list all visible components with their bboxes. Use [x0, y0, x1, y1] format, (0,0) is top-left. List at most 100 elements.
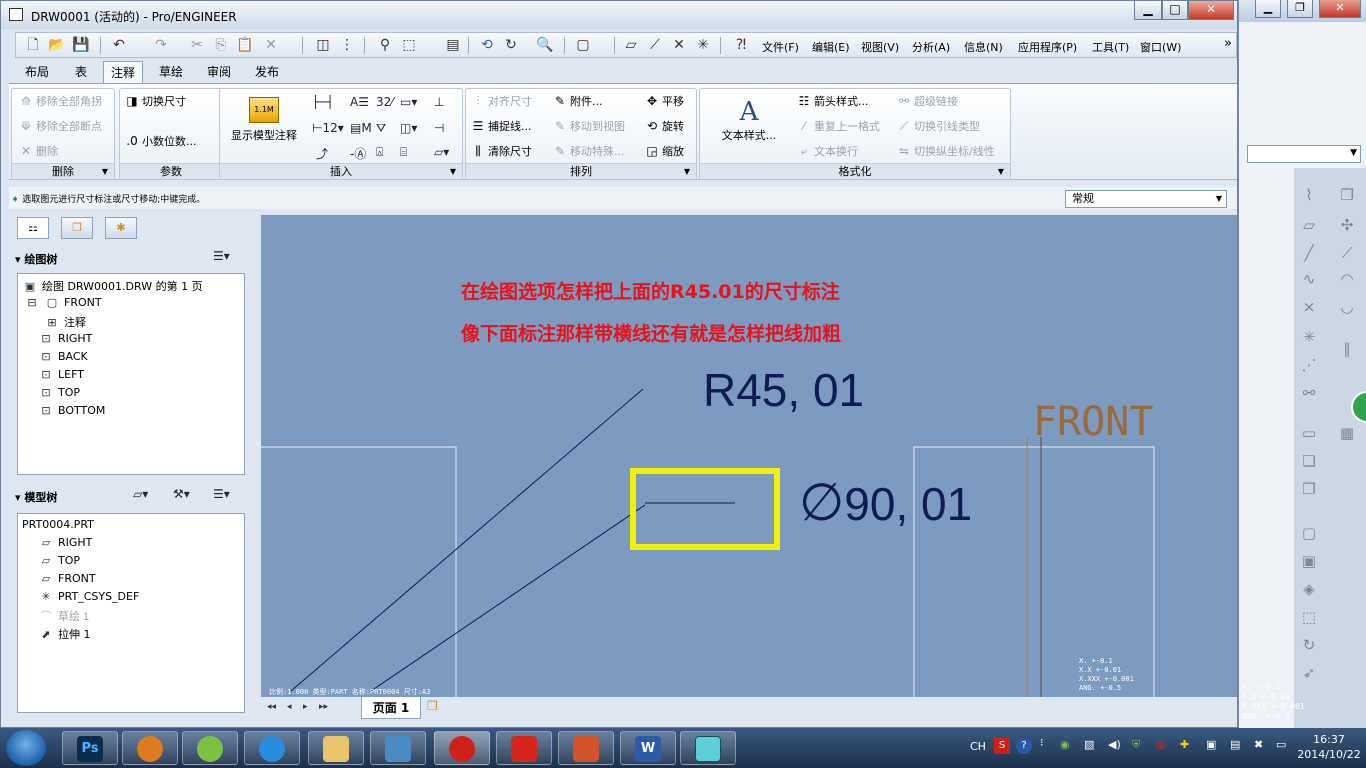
translate-button[interactable]: ✥ 平移 [644, 93, 684, 109]
taskbar-app-chat[interactable] [182, 731, 238, 765]
radius-dimension[interactable]: R45, 01 [703, 363, 864, 417]
tree-item-back[interactable]: ⊡ BACK [38, 350, 87, 363]
menu-view[interactable]: 视图(V) [861, 39, 899, 55]
repaint-icon[interactable]: ⟲ [478, 36, 496, 54]
view-tool-icon[interactable]: ▭ [1300, 424, 1318, 442]
hyperlink-button[interactable]: ⚯ 超级链接 [896, 93, 958, 109]
datum-target-icon[interactable]: ⊣ [434, 121, 444, 135]
layer-tool-icon[interactable]: ❏ [1300, 452, 1318, 470]
stack-tool-icon[interactable]: ❒ [1300, 480, 1318, 498]
taskbar-app-proe[interactable] [434, 731, 490, 765]
text-wrap-button[interactable]: ⤶ 文本换行 [796, 143, 858, 159]
tree-item-left[interactable]: ⊡ LEFT [38, 368, 84, 381]
taskbar-app-powerpoint[interactable] [558, 731, 614, 765]
weld-icon[interactable]: ⍓ [376, 145, 383, 160]
tab-model-tree-nav[interactable]: ⚏ [17, 217, 49, 239]
toggle-leader-type-button[interactable]: ⟋ 切换引线类型 [896, 118, 980, 134]
menu-overflow-icon[interactable]: » [1224, 36, 1232, 51]
help-icon[interactable]: ? [1016, 738, 1032, 754]
model-display-icon[interactable]: ▱▾ [133, 487, 148, 501]
refresh-icon[interactable]: ↻ [502, 36, 520, 54]
nvidia-icon[interactable]: ◉ [1060, 738, 1070, 751]
model-item-extrude[interactable]: ⬈ 拉伸 1 [38, 626, 90, 642]
balloon-icon[interactable]: ◫▾ [400, 121, 417, 135]
tree-item-top[interactable]: ⊡ TOP [38, 386, 80, 399]
remove-all-jogs-button[interactable]: ⟰ 移除全部角拐 [18, 93, 102, 109]
power-tray-icon[interactable]: ▤ [1230, 738, 1240, 751]
split-tool-icon[interactable]: ∥ [1338, 340, 1356, 358]
model-tree-header[interactable]: ▾ 模型树 [15, 489, 57, 505]
move-special-button[interactable]: ✎ 移动特殊... [552, 143, 625, 159]
paste-icon[interactable]: 📋 [236, 36, 254, 54]
menu-window[interactable]: 窗口(W) [1140, 39, 1181, 55]
tree-root-sheet[interactable]: ▣ 绘图 DRW0001.DRW 的第 1 页 [22, 278, 203, 294]
model-item-csys[interactable]: ✳ PRT_CSYS_DEF [38, 590, 139, 603]
security-shield-icon[interactable]: ⛨ [1132, 738, 1140, 752]
next-page-icon[interactable]: ▸ [303, 702, 308, 712]
monitor-tray-icon[interactable]: ▭ [1276, 738, 1286, 751]
sweep-tool-icon[interactable]: ➶ [1300, 664, 1318, 682]
undo-icon[interactable]: ↶ [110, 36, 128, 54]
app-tray-icon[interactable]: ◍ [1156, 738, 1166, 751]
group-expand-icon[interactable]: ▼ [684, 164, 690, 179]
tab-layout[interactable]: 布局 [17, 61, 57, 83]
decimal-places-button[interactable]: .0 小数位数... [124, 133, 196, 149]
note-icon[interactable]: A☰ [350, 95, 369, 109]
mirror-tool-icon[interactable]: ⟋ [1338, 244, 1356, 262]
cosmetic-icon[interactable]: ⌸ [400, 145, 407, 160]
model-item-top[interactable]: ▱ TOP [38, 554, 80, 567]
tray-expand-icon[interactable]: ⁝ [1040, 736, 1044, 749]
tab-table[interactable]: 表 [65, 61, 97, 83]
point-tool-icon[interactable]: × [1300, 298, 1318, 316]
revolve-tool-icon[interactable]: ↻ [1300, 636, 1318, 654]
diameter-dimension[interactable]: ∅90, 01 [799, 473, 972, 533]
delete-icon[interactable]: ✕ [262, 36, 280, 54]
tab-sketch[interactable]: 草绘 [151, 61, 191, 83]
menu-file[interactable]: 文件(F) [762, 39, 799, 55]
menu-tools[interactable]: 工具(T) [1092, 39, 1129, 55]
csys-tool-icon[interactable]: ✳ [1300, 328, 1318, 346]
plus-tray-icon[interactable]: ✚ [1180, 738, 1189, 751]
first-page-icon[interactable]: ◂◂ [267, 702, 276, 712]
system-clock[interactable]: 16:37 2014/10/22 [1296, 732, 1362, 762]
help-icon[interactable]: ⁈ [732, 36, 750, 54]
group-expand-icon[interactable]: ▼ [450, 164, 456, 179]
datum-points-icon[interactable]: ✕ [670, 36, 688, 54]
start-button[interactable] [6, 730, 46, 766]
close-button[interactable]: ✕ [1188, 1, 1234, 20]
input-language[interactable]: CH [970, 740, 986, 753]
line-tool-icon[interactable]: ╱ [1300, 244, 1318, 262]
copy-icon[interactable]: ⎘ [212, 36, 230, 54]
redo-icon[interactable]: ↷ [152, 36, 170, 54]
background-minimize-button[interactable]: ▁ [1255, 0, 1281, 18]
save-icon[interactable]: 💾 [72, 36, 90, 54]
taskbar-app-photoshop[interactable]: Ps [62, 731, 118, 765]
cut-icon[interactable]: ✂ [188, 36, 206, 54]
layer-icon[interactable]: ◫ [314, 36, 332, 54]
page-tab-1[interactable]: 页面 1 [361, 697, 421, 719]
drawing-canvas[interactable]: 在绘图选项怎样把上面的R45.01的尺寸标注 像下面标注那样带横线还有就是怎样把… [261, 215, 1237, 697]
group-expand-icon[interactable]: ▼ [998, 164, 1004, 179]
display-tray-icon[interactable]: ▣ [1206, 738, 1216, 751]
flag-tray-icon[interactable]: ✖ [1254, 738, 1263, 751]
symbol-icon[interactable]: ⛛ [376, 121, 386, 136]
model-tree-root[interactable]: PRT0004.PRT [22, 518, 94, 531]
frame-tool-icon[interactable]: ▣ [1300, 552, 1318, 570]
new-page-icon[interactable]: ❐ [427, 699, 438, 713]
taskbar-app-3d[interactable] [680, 731, 736, 765]
search-icon[interactable]: ⚲ [376, 36, 394, 54]
view-label-front[interactable]: FRONT [1033, 399, 1153, 445]
menu-info[interactable]: 信息(N) [964, 39, 1003, 55]
tree-settings-icon[interactable]: ☰▾ [213, 249, 230, 263]
show-model-annotations-button[interactable]: 1.1M 显示模型注释 [224, 97, 304, 149]
taskbar-app-cloud[interactable] [244, 731, 300, 765]
menu-edit[interactable]: 编辑(E) [812, 39, 850, 55]
surface-finish-icon[interactable]: ▭▾ [400, 95, 417, 109]
custom-icon[interactable]: ▱▾ [434, 145, 449, 159]
remove-all-breaks-button[interactable]: ⟱ 移除全部断点 [18, 118, 102, 134]
scale-button[interactable]: ◲ 缩放 [644, 143, 684, 159]
minimize-button[interactable]: ▁ [1134, 1, 1162, 20]
copy-tool-icon[interactable]: ❐ [1338, 186, 1356, 204]
background-combo[interactable]: ▼ [1247, 145, 1361, 163]
table-icon[interactable]: ▤ [444, 36, 462, 54]
